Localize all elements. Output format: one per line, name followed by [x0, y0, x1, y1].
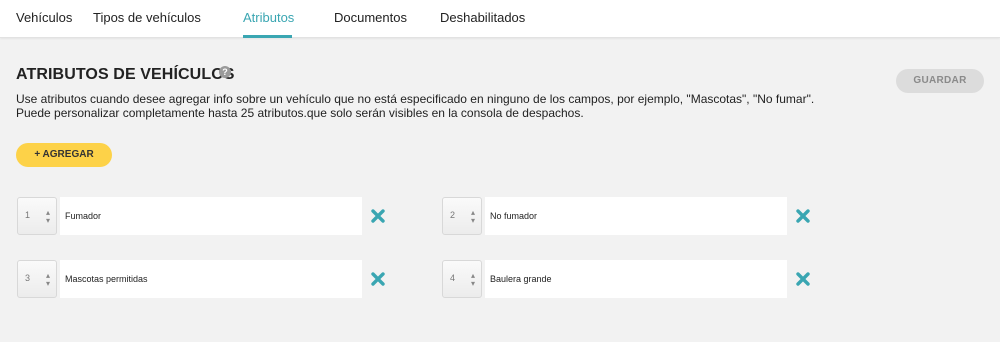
order-stepper[interactable]: 3 ▴ ▾	[17, 260, 57, 298]
attribute-name-input[interactable]	[60, 260, 362, 298]
page-description: Use atributos cuando desee agregar info …	[16, 92, 815, 120]
close-x-icon[interactable]	[796, 272, 810, 286]
tab-deshabilitados[interactable]: Deshabilitados	[440, 10, 525, 25]
tab-bar: Vehículos Tipos de vehículos Atributos D…	[0, 0, 1000, 38]
tab-vehiculos[interactable]: Vehículos	[16, 10, 72, 25]
attribute-name-input[interactable]	[485, 197, 787, 235]
up-down-arrows-icon: ▴ ▾	[471, 271, 476, 288]
tab-atributos[interactable]: Atributos	[243, 10, 294, 25]
order-stepper[interactable]: 1 ▴ ▾	[17, 197, 57, 235]
tab-tipos-de-vehiculos[interactable]: Tipos de vehículos	[93, 10, 201, 25]
up-down-arrows-icon: ▴ ▾	[471, 208, 476, 225]
up-down-arrows-icon: ▴ ▾	[46, 208, 51, 225]
order-value: 3	[25, 273, 31, 283]
close-x-icon[interactable]	[796, 209, 810, 223]
attribute-name-input[interactable]	[485, 260, 787, 298]
close-x-icon[interactable]	[371, 209, 385, 223]
save-button[interactable]: GUARDAR	[896, 69, 984, 93]
question-circle-icon[interactable]: ?	[219, 66, 231, 78]
attribute-row: 4 ▴ ▾	[442, 260, 812, 298]
close-x-icon[interactable]	[371, 272, 385, 286]
attribute-row: 3 ▴ ▾	[17, 260, 387, 298]
order-value: 4	[450, 273, 456, 283]
page-title: ATRIBUTOS DE VEHÍCULOS	[16, 66, 235, 83]
order-stepper[interactable]: 4 ▴ ▾	[442, 260, 482, 298]
active-tab-indicator	[243, 35, 292, 38]
order-value: 2	[450, 210, 456, 220]
add-attribute-button[interactable]: + AGREGAR	[16, 143, 112, 167]
attribute-row: 2 ▴ ▾	[442, 197, 812, 235]
tab-documentos[interactable]: Documentos	[334, 10, 407, 25]
order-value: 1	[25, 210, 31, 220]
up-down-arrows-icon: ▴ ▾	[46, 271, 51, 288]
order-stepper[interactable]: 2 ▴ ▾	[442, 197, 482, 235]
attribute-row: 1 ▴ ▾	[17, 197, 387, 235]
attribute-name-input[interactable]	[60, 197, 362, 235]
